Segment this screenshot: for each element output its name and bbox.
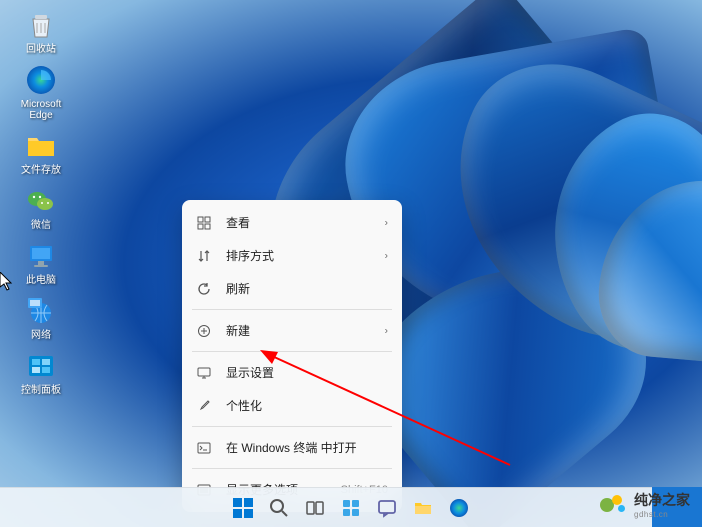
chevron-right-icon: › bbox=[385, 217, 388, 228]
menu-item-personalize[interactable]: 个性化 bbox=[182, 389, 402, 422]
watermark-logo-icon bbox=[600, 495, 628, 515]
menu-divider bbox=[192, 309, 392, 310]
desktop-context-menu: 查看 › 排序方式 › 刷新 新建 › 显示设置 个性化 bbox=[182, 200, 402, 512]
sort-icon bbox=[196, 248, 212, 264]
taskbar-search-button[interactable] bbox=[263, 492, 295, 524]
display-icon bbox=[196, 365, 212, 381]
watermark-url: gdhst.cn bbox=[634, 510, 690, 519]
watermark-brand: 纯净之家 bbox=[634, 490, 690, 510]
brush-icon bbox=[196, 398, 212, 414]
taskbar-taskview-button[interactable] bbox=[299, 492, 331, 524]
desktop-icon-label: 网络 bbox=[31, 330, 51, 341]
desktop-icon-label: 回收站 bbox=[26, 44, 56, 55]
menu-label: 在 Windows 终端 中打开 bbox=[226, 439, 358, 456]
taskbar-start-button[interactable] bbox=[227, 492, 259, 524]
taskbar-widgets-button[interactable] bbox=[335, 492, 367, 524]
menu-item-refresh[interactable]: 刷新 bbox=[182, 272, 402, 305]
desktop-icon-recycle-bin[interactable]: 回收站 bbox=[10, 8, 72, 55]
wechat-icon bbox=[24, 184, 58, 218]
watermark: 纯净之家 gdhst.cn bbox=[600, 490, 690, 519]
desktop-icon-edge[interactable]: Microsoft Edge bbox=[10, 63, 72, 121]
menu-divider bbox=[192, 351, 392, 352]
desktop-icon-wechat[interactable]: 微信 bbox=[10, 184, 72, 231]
chevron-right-icon: › bbox=[385, 250, 388, 261]
plus-icon bbox=[196, 323, 212, 339]
taskbar-edge-button[interactable] bbox=[443, 492, 475, 524]
taskbar bbox=[0, 487, 702, 527]
desktop-icons-column: 回收站 Microsoft Edge 文件存放 微信 此电脑 bbox=[10, 8, 72, 396]
menu-label: 刷新 bbox=[226, 280, 358, 297]
network-icon bbox=[24, 294, 58, 328]
menu-label: 查看 bbox=[226, 214, 358, 231]
menu-item-sort[interactable]: 排序方式 › bbox=[182, 239, 402, 272]
desktop-icon-network[interactable]: 网络 bbox=[10, 294, 72, 341]
taskbar-chat-button[interactable] bbox=[371, 492, 403, 524]
taskbar-explorer-button[interactable] bbox=[407, 492, 439, 524]
menu-divider bbox=[192, 426, 392, 427]
desktop-icon-label: 控制面板 bbox=[21, 385, 61, 396]
menu-label: 排序方式 bbox=[226, 247, 358, 264]
desktop-icon-folder[interactable]: 文件存放 bbox=[10, 129, 72, 176]
this-pc-icon bbox=[24, 239, 58, 273]
desktop-icon-label: Microsoft Edge bbox=[10, 99, 72, 121]
menu-label: 个性化 bbox=[226, 397, 358, 414]
menu-item-new[interactable]: 新建 › bbox=[182, 314, 402, 347]
edge-icon bbox=[24, 63, 58, 97]
chevron-right-icon: › bbox=[385, 325, 388, 336]
desktop[interactable]: 回收站 Microsoft Edge 文件存放 微信 此电脑 bbox=[0, 0, 702, 527]
menu-divider bbox=[192, 468, 392, 469]
refresh-icon bbox=[196, 281, 212, 297]
view-grid-icon bbox=[196, 215, 212, 231]
menu-label: 新建 bbox=[226, 322, 358, 339]
terminal-icon bbox=[196, 440, 212, 456]
menu-item-display-settings[interactable]: 显示设置 bbox=[182, 356, 402, 389]
folder-icon bbox=[24, 129, 58, 163]
menu-item-view[interactable]: 查看 › bbox=[182, 206, 402, 239]
desktop-icon-this-pc[interactable]: 此电脑 bbox=[10, 239, 72, 286]
desktop-icon-label: 文件存放 bbox=[21, 165, 61, 176]
recycle-bin-icon bbox=[24, 8, 58, 42]
desktop-icon-label: 此电脑 bbox=[26, 275, 56, 286]
desktop-icon-label: 微信 bbox=[31, 220, 51, 231]
control-panel-icon bbox=[24, 349, 58, 383]
desktop-icon-control-panel[interactable]: 控制面板 bbox=[10, 349, 72, 396]
menu-label: 显示设置 bbox=[226, 364, 358, 381]
menu-item-terminal[interactable]: 在 Windows 终端 中打开 bbox=[182, 431, 402, 464]
